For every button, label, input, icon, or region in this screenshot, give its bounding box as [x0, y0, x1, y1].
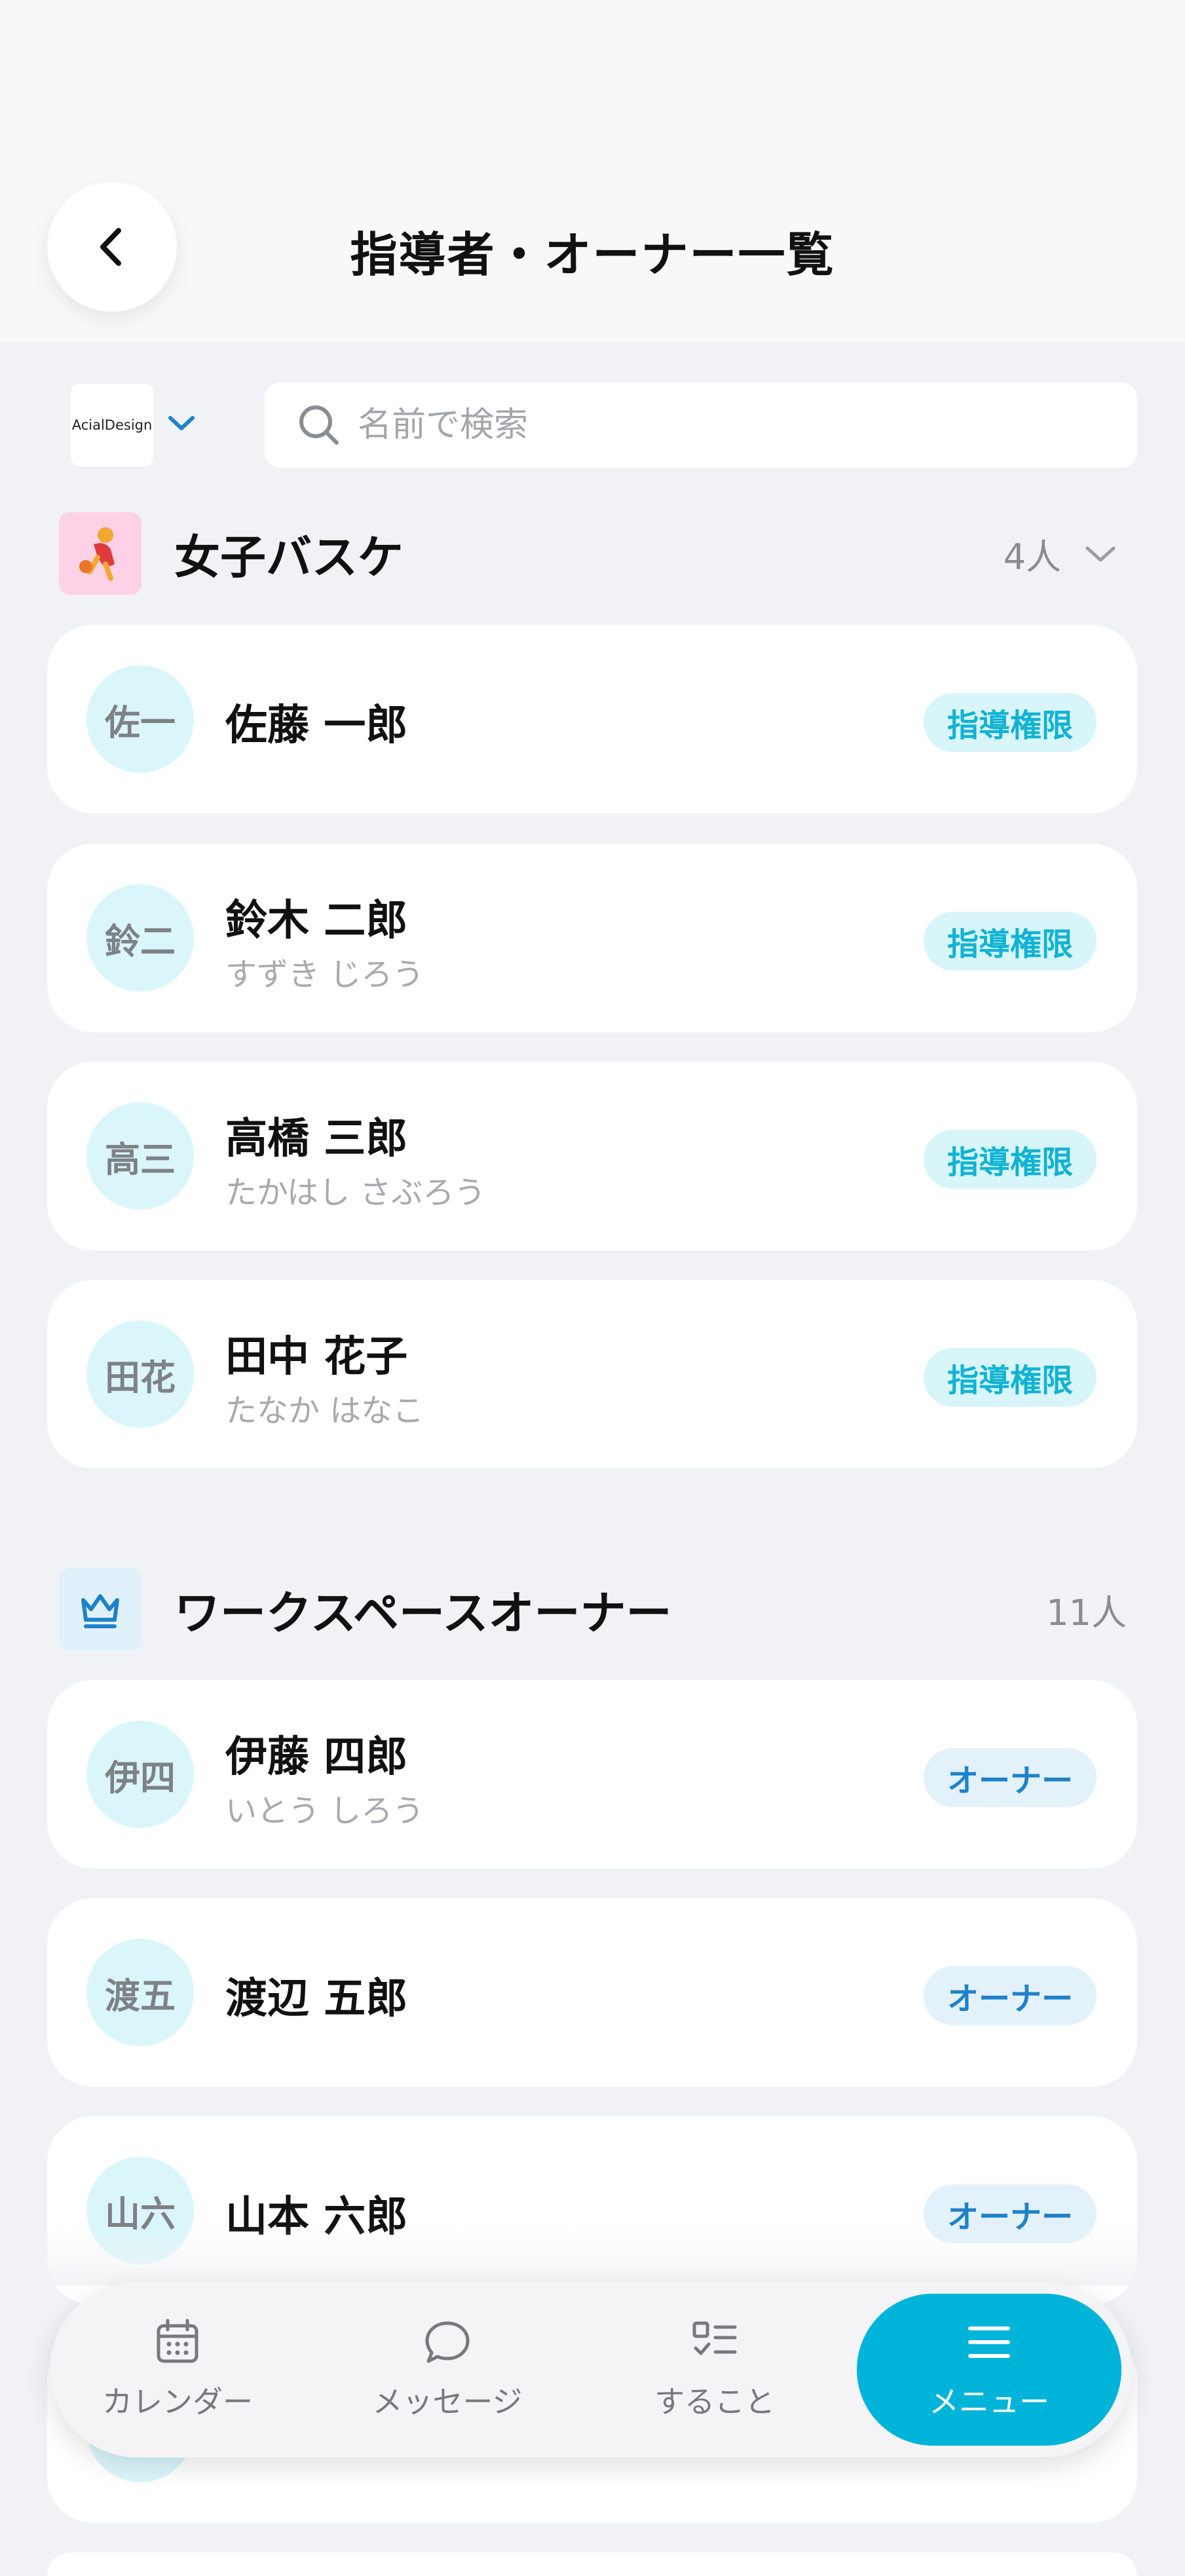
- role-badge: 指導権限: [923, 1348, 1097, 1407]
- role-badge: オーナー: [923, 1966, 1097, 2025]
- bottom-nav: カレンダー メッセージ すること メニュー: [50, 2282, 1132, 2457]
- member-card[interactable]: [47, 2552, 1137, 2576]
- group-header-owners[interactable]: ワークスペースオーナー 11人: [59, 1568, 1127, 1651]
- group-count: 4人: [1004, 528, 1127, 580]
- nav-label: メッセージ: [372, 2384, 523, 2419]
- role-badge: 指導権限: [923, 1130, 1097, 1189]
- group-count-text: 11人: [1046, 1592, 1127, 1633]
- member-kana: いとう しろう: [225, 1793, 424, 1829]
- hamburger-menu-icon: [968, 2326, 1010, 2358]
- message-bubble-icon: [425, 2321, 470, 2363]
- nav-messages[interactable]: メッセージ: [320, 2282, 575, 2457]
- avatar: 渡五: [86, 1939, 194, 2046]
- role-badge: 指導権限: [923, 693, 1097, 752]
- group-header-team[interactable]: 女子バスケ 4人: [59, 512, 1127, 595]
- group-count: 11人: [1046, 1584, 1127, 1635]
- member-kana: たなか はなこ: [225, 1392, 424, 1429]
- nav-label: すること: [654, 2384, 775, 2419]
- member-name: 渡辺 五郎: [225, 1975, 408, 2023]
- nav-calendar[interactable]: カレンダー: [50, 2282, 305, 2457]
- avatar: 伊四: [86, 1721, 194, 1828]
- group-title: ワークスペースオーナー: [174, 1586, 672, 1640]
- role-badge: オーナー: [923, 1748, 1097, 1807]
- member-name: 佐藤 一郎: [225, 701, 408, 750]
- team-icon: [59, 512, 141, 595]
- calendar-icon: [157, 2319, 198, 2363]
- avatar: 高三: [86, 1102, 194, 1210]
- checklist-icon: [692, 2321, 737, 2355]
- member-card[interactable]: 田花 田中 花子 たなか はなこ 指導権限: [47, 1280, 1137, 1468]
- avatar: 田花: [86, 1320, 194, 1428]
- member-card[interactable]: 佐一 佐藤 一郎 指導権限: [47, 625, 1137, 813]
- avatar: 鈴二: [86, 884, 194, 992]
- member-card[interactable]: 渡五 渡辺 五郎 オーナー: [47, 1898, 1137, 2087]
- nav-label: メニュー: [929, 2384, 1049, 2419]
- member-name: 伊藤 四郎: [225, 1733, 408, 1782]
- group-title: 女子バスケ: [174, 530, 404, 584]
- nav-menu[interactable]: メニュー: [857, 2294, 1121, 2446]
- workspace-logo-text: AcialDesign: [71, 417, 153, 433]
- avatar: 佐一: [86, 665, 194, 773]
- nav-fade: [0, 2227, 1185, 2286]
- member-kana: たかはし さぶろう: [225, 1174, 486, 1211]
- group-count-text: 4人: [1003, 536, 1061, 578]
- role-badge: 指導権限: [923, 912, 1097, 971]
- chevron-down-icon[interactable]: [165, 410, 198, 436]
- member-name: 鈴木 二郎: [225, 897, 408, 945]
- member-name: 田中 花子: [225, 1333, 408, 1381]
- member-card[interactable]: 鈴二 鈴木 二郎 すずき じろう 指導権限: [47, 844, 1137, 1032]
- member-card[interactable]: 伊四 伊藤 四郎 いとう しろう オーナー: [47, 1680, 1137, 1869]
- search-icon: [299, 405, 339, 445]
- search-bar[interactable]: [265, 383, 1137, 468]
- member-name: 高橋 三郎: [225, 1115, 408, 1163]
- member-card[interactable]: 高三 高橋 三郎 たかはし さぶろう 指導権限: [47, 1062, 1137, 1250]
- page-title: 指導者・オーナー一覧: [350, 227, 835, 282]
- nav-todo[interactable]: すること: [587, 2282, 842, 2457]
- crown-icon: [59, 1568, 141, 1651]
- member-kana: すずき じろう: [225, 956, 424, 993]
- chevron-down-icon: [1085, 546, 1116, 562]
- header: 指導者・オーナー一覧: [0, 0, 1185, 342]
- workspace-logo[interactable]: AcialDesign: [71, 384, 153, 466]
- search-input[interactable]: [358, 405, 1078, 445]
- nav-label: カレンダー: [102, 2384, 253, 2419]
